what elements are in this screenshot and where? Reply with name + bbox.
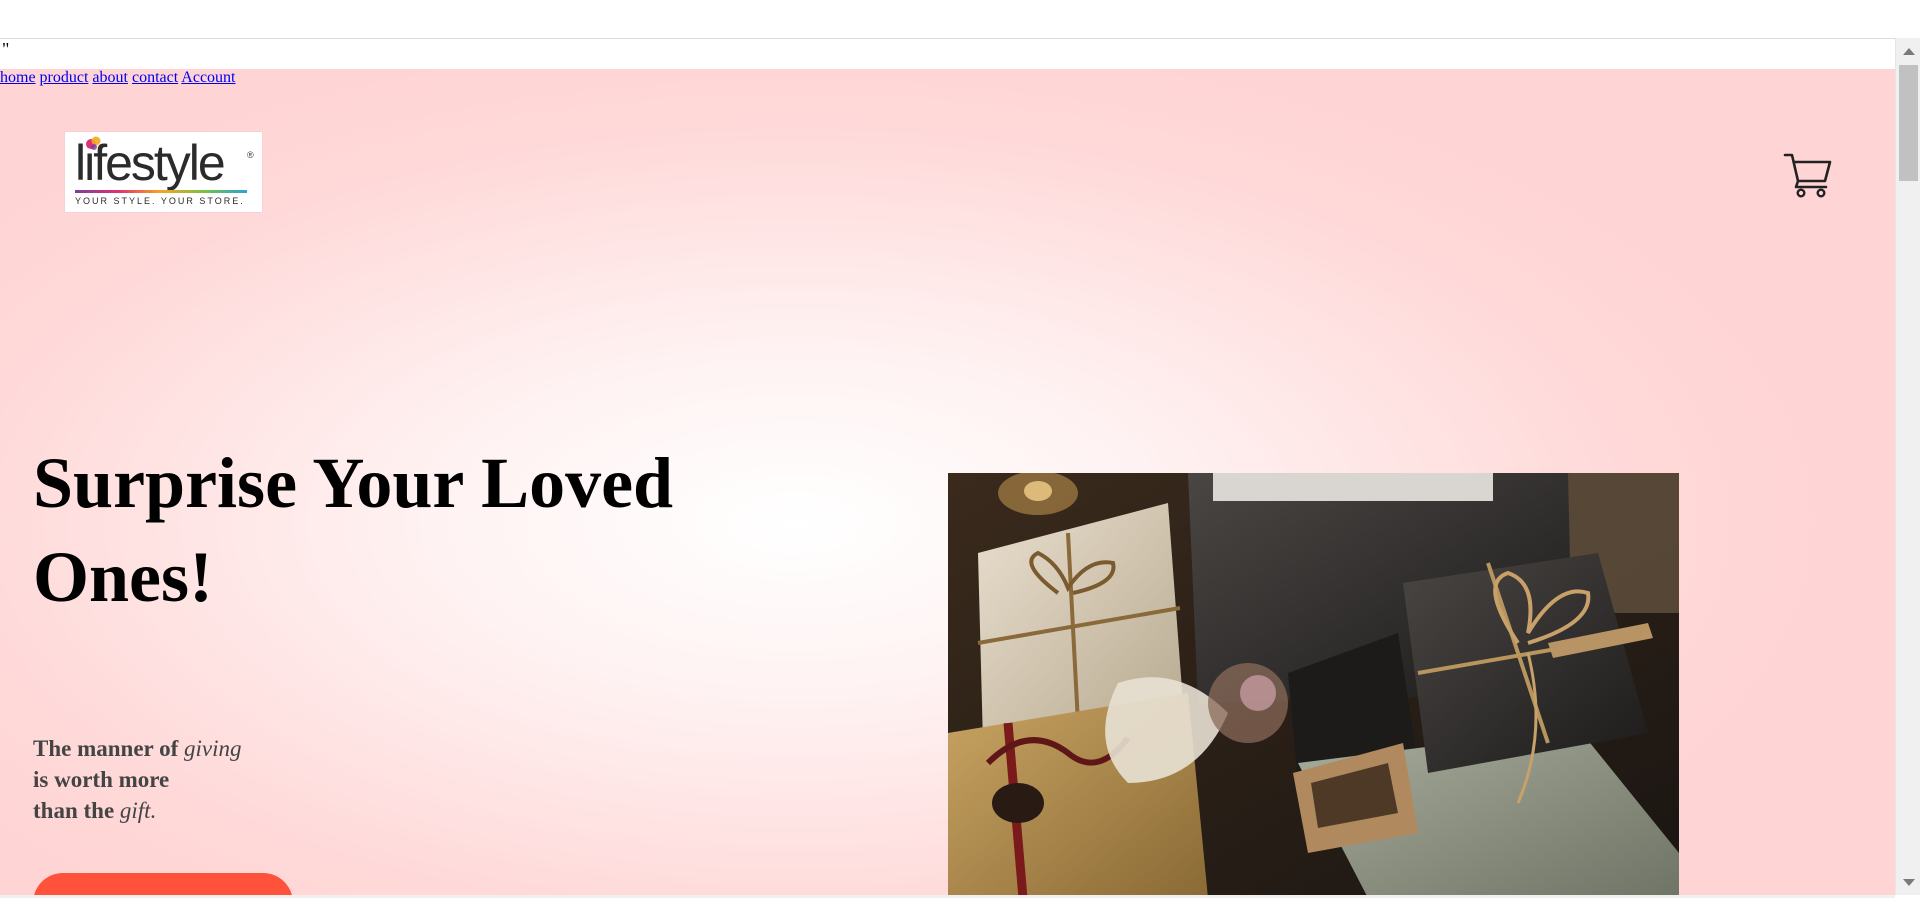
quote-text: than the bbox=[33, 798, 120, 823]
cart-icon[interactable] bbox=[1783, 151, 1833, 199]
registered-mark-icon: ® bbox=[247, 150, 254, 160]
vertical-scrollbar[interactable] bbox=[1895, 38, 1920, 895]
hero-gift-image bbox=[948, 473, 1679, 895]
quote-punctuation: . bbox=[150, 798, 157, 823]
nav-about[interactable]: about bbox=[92, 69, 128, 86]
nav-home[interactable]: home bbox=[0, 69, 36, 86]
nav-contact[interactable]: contact bbox=[132, 69, 178, 86]
logo-dots-icon bbox=[86, 136, 101, 150]
scroll-up-arrow-icon[interactable] bbox=[1903, 48, 1915, 55]
stray-text: " bbox=[2, 39, 10, 59]
main-nav: home product about contact Account bbox=[0, 69, 1895, 87]
quote-text: The manner of bbox=[33, 736, 184, 761]
scrollbar-thumb[interactable] bbox=[1899, 65, 1918, 181]
quote-text: is worth more bbox=[33, 767, 170, 792]
quote-emphasis: giving bbox=[184, 736, 242, 761]
logo-tagline: YOUR STYLE. YOUR STORE. bbox=[75, 196, 245, 206]
browser-top-bar bbox=[0, 0, 1920, 39]
hero-quote: The manner of giving is worth more than … bbox=[33, 733, 242, 826]
nav-product[interactable]: product bbox=[40, 69, 89, 86]
scroll-down-arrow-icon[interactable] bbox=[1903, 879, 1915, 886]
logo[interactable]: lifestyle ® YOUR STYLE. YOUR STORE. bbox=[65, 132, 262, 212]
explore-now-button[interactable]: Explore Now bbox=[33, 873, 293, 895]
hero-title: Surprise Your Loved Ones! bbox=[33, 443, 674, 617]
nav-account[interactable]: Account bbox=[181, 69, 235, 86]
hero-section: lifestyle ® YOUR STYLE. YOUR STORE. home… bbox=[0, 69, 1895, 895]
quote-emphasis: gift bbox=[119, 798, 151, 823]
logo-color-bar bbox=[75, 190, 247, 193]
